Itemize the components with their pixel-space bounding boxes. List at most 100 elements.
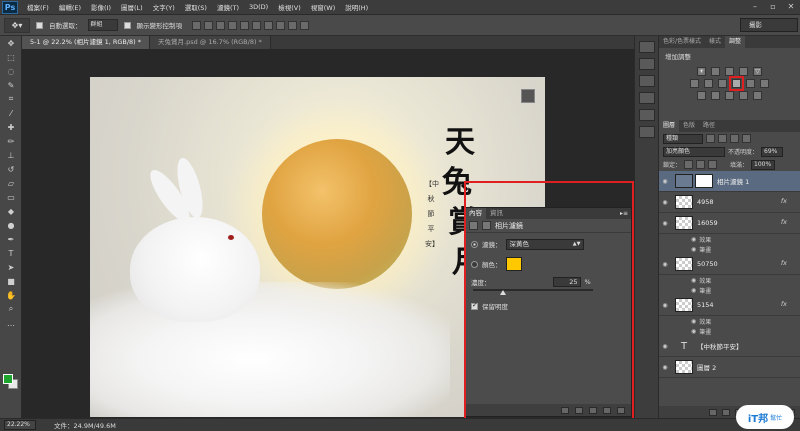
- fx-icon[interactable]: fx: [781, 300, 787, 308]
- layer-row[interactable]: ◉ 相片濾鏡 1: [659, 171, 800, 192]
- healing-brush-icon[interactable]: ✚: [0, 120, 22, 134]
- hand-tool-icon[interactable]: ✋: [0, 288, 22, 302]
- lock-position-icon[interactable]: [696, 160, 706, 169]
- stroke-row[interactable]: ◉ 筆畫: [659, 326, 800, 336]
- tab-info[interactable]: 資訊: [486, 208, 507, 219]
- eye-icon[interactable]: ◉: [659, 364, 671, 371]
- fx-icon[interactable]: fx: [781, 218, 787, 226]
- eye-icon[interactable]: ◉: [659, 302, 671, 309]
- align-left-icon[interactable]: [228, 20, 237, 30]
- preserve-luminosity-checkbox[interactable]: [471, 301, 478, 310]
- layer-kind-filter[interactable]: 種類: [663, 133, 703, 144]
- minimize-icon[interactable]: –: [746, 1, 764, 13]
- crop-tool-icon[interactable]: ⌗: [0, 92, 22, 106]
- menu-view[interactable]: 檢視(V): [273, 2, 306, 12]
- effects-row[interactable]: ◉ 效果: [659, 234, 800, 244]
- filter-adjust-icon[interactable]: [718, 134, 727, 143]
- paragraph-panel-icon[interactable]: [638, 126, 655, 138]
- shape-tool-icon[interactable]: ■: [0, 274, 22, 288]
- density-slider-thumb[interactable]: [500, 290, 506, 295]
- layer-row[interactable]: ◉ 4958 fx: [659, 192, 800, 213]
- distribute-v-icon[interactable]: [288, 20, 297, 30]
- marquee-tool-icon[interactable]: ⬚: [0, 50, 22, 64]
- menu-edit[interactable]: 編輯(E): [54, 2, 86, 12]
- align-middle-icon[interactable]: [204, 20, 213, 30]
- exposure-icon[interactable]: [739, 67, 748, 76]
- menu-layer[interactable]: 圖層(L): [116, 2, 148, 12]
- tab-paths[interactable]: 路徑: [699, 120, 719, 132]
- pen-tool-icon[interactable]: ✒: [0, 232, 22, 246]
- color-swatch[interactable]: [505, 257, 522, 271]
- channel-mixer-icon[interactable]: [746, 79, 755, 88]
- mask-icon[interactable]: [482, 221, 491, 230]
- dodge-icon[interactable]: ●: [0, 218, 22, 232]
- clip-icon[interactable]: [561, 406, 569, 414]
- trash-icon[interactable]: [617, 406, 625, 414]
- eye-icon[interactable]: ◉: [691, 328, 696, 335]
- brush-tool-icon[interactable]: ✏: [0, 134, 22, 148]
- document-size[interactable]: 文件：24.9M/49.6M: [54, 420, 116, 430]
- align-center-icon[interactable]: [240, 20, 249, 30]
- brush-panel-icon[interactable]: [638, 75, 655, 87]
- eye-icon[interactable]: ◉: [691, 277, 696, 284]
- fx-icon[interactable]: fx: [781, 259, 787, 267]
- panel-menu-icon[interactable]: ▸≡: [620, 210, 631, 217]
- history-brush-icon[interactable]: ↺: [0, 162, 22, 176]
- view-previous-icon[interactable]: [575, 406, 583, 414]
- filter-dropdown[interactable]: 深黃色 ▲▼: [505, 238, 584, 250]
- brightness-icon[interactable]: ☀: [697, 67, 706, 76]
- layer-row[interactable]: ◉ 16059 fx: [659, 213, 800, 234]
- tab-document-2[interactable]: 天兔賞月.psd @ 16.7% (RGB/8) *: [150, 36, 271, 49]
- mask-thumbnail[interactable]: [695, 174, 713, 188]
- more-tools-icon[interactable]: …: [0, 316, 22, 330]
- menu-window[interactable]: 視窗(W): [306, 2, 341, 12]
- path-select-icon[interactable]: ➤: [0, 260, 22, 274]
- align-bottom-icon[interactable]: [216, 20, 225, 30]
- align-right-icon[interactable]: [252, 20, 261, 30]
- eye-icon[interactable]: ◉: [691, 246, 696, 253]
- effects-row[interactable]: ◉ 效果: [659, 275, 800, 285]
- photo-filter-icon[interactable]: [729, 76, 744, 91]
- effects-row[interactable]: ◉ 效果: [659, 316, 800, 326]
- menu-filter[interactable]: 濾鏡(T): [212, 2, 244, 12]
- auto-select-dropdown[interactable]: 群組: [87, 19, 118, 31]
- layer-row[interactable]: ◉ 圖層 2: [659, 357, 800, 378]
- auto-align-icon[interactable]: [300, 20, 309, 30]
- character-panel-icon[interactable]: [638, 109, 655, 121]
- vibrance-icon[interactable]: ▽: [753, 67, 762, 76]
- menu-select[interactable]: 選取(S): [180, 2, 212, 12]
- foreground-color[interactable]: [3, 374, 13, 384]
- align-top-icon[interactable]: [192, 20, 201, 30]
- selective-color-icon[interactable]: [753, 91, 762, 100]
- move-tool-preset[interactable]: ✥▾: [4, 17, 30, 33]
- visibility-icon[interactable]: [603, 406, 611, 414]
- menu-file[interactable]: 檔案(F): [22, 2, 54, 12]
- quick-select-icon[interactable]: ✎: [0, 78, 22, 92]
- filter-radio[interactable]: [471, 240, 478, 248]
- reset-icon[interactable]: [589, 406, 597, 414]
- fx-icon[interactable]: fx: [781, 197, 787, 205]
- menu-type[interactable]: 文字(Y): [148, 2, 180, 12]
- stroke-row[interactable]: ◉ 筆畫: [659, 244, 800, 254]
- layer-row[interactable]: ◉ T 【中秋節平安】: [659, 336, 800, 357]
- color-radio[interactable]: [471, 260, 478, 268]
- fill-input[interactable]: 100%: [751, 159, 776, 170]
- tab-properties[interactable]: 內容: [465, 208, 486, 219]
- hue-sat-icon[interactable]: [690, 79, 699, 88]
- distribute-h-icon[interactable]: [276, 20, 285, 30]
- link-icon[interactable]: [709, 408, 717, 416]
- eye-icon[interactable]: ◉: [659, 343, 671, 350]
- move-tool-icon[interactable]: ✥: [0, 36, 22, 50]
- eye-icon[interactable]: ◉: [691, 287, 696, 294]
- gradient-map-icon[interactable]: [739, 91, 748, 100]
- layer-row[interactable]: ◉ 50750 fx: [659, 254, 800, 275]
- stroke-row[interactable]: ◉ 筆畫: [659, 285, 800, 295]
- tab-layers[interactable]: 圖層: [659, 120, 680, 132]
- blur-icon[interactable]: ◆: [0, 204, 22, 218]
- eye-icon[interactable]: ◉: [691, 236, 696, 243]
- distribute-icon[interactable]: [264, 20, 273, 30]
- transform-controls-checkbox[interactable]: [123, 21, 131, 29]
- tab-color[interactable]: 色彩/色票樣式: [659, 36, 705, 48]
- clone-stamp-icon[interactable]: ⊥: [0, 148, 22, 162]
- invert-icon[interactable]: [697, 91, 706, 100]
